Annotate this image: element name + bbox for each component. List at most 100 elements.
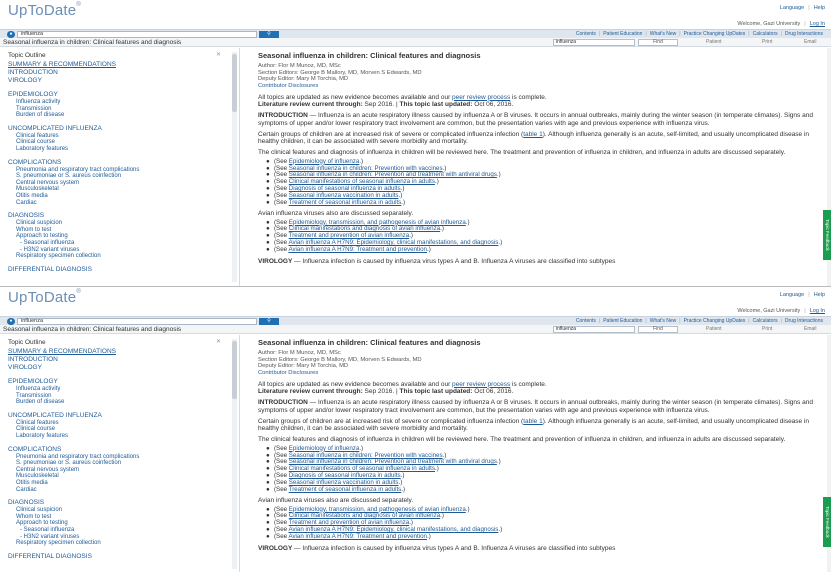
find-button[interactable]: Find	[638, 326, 678, 333]
close-outline-icon[interactable]: ✕	[216, 51, 221, 58]
contributor-disclosures-link[interactable]: Contributor Disclosures	[258, 83, 318, 89]
see-also-link[interactable]: Treatment of seasonal influenza in adult…	[289, 199, 402, 206]
topic-feedback-tab[interactable]: Topic Feedback	[823, 497, 831, 547]
see-also-link[interactable]: Avian influenza A H7N9: Treatment and pr…	[288, 533, 427, 540]
login-link[interactable]: Log In	[810, 21, 825, 27]
outline-subsection[interactable]: Cardiac	[8, 487, 228, 494]
outline-subsection[interactable]: Laboratory features	[8, 146, 228, 153]
outline-section[interactable]: INTRODUCTION	[8, 69, 228, 77]
nav-link[interactable]: Contents	[576, 318, 596, 324]
peer-review-link[interactable]: peer review process	[452, 381, 510, 388]
outline-section[interactable]: COMPLICATIONS	[8, 159, 228, 167]
outline-subsection[interactable]: - Seasonal influenza	[8, 527, 228, 534]
search-input[interactable]: influenza	[17, 31, 257, 38]
nav-link[interactable]: What's New	[650, 318, 677, 324]
outline-subsection[interactable]: Whom to test	[8, 514, 228, 521]
outline-section[interactable]: VIROLOGY	[8, 364, 228, 372]
outline-subsection[interactable]: Respiratory specimen collection	[8, 253, 228, 260]
outline-section[interactable]: DIFFERENTIAL DIAGNOSIS	[8, 266, 228, 274]
patient-button[interactable]: Patient	[706, 38, 722, 47]
outline-subsection[interactable]: Central nervous system	[8, 467, 228, 474]
outline-subsection[interactable]: Clinical suspicion	[8, 220, 228, 227]
nav-link[interactable]: Calculators	[753, 31, 778, 37]
outline-subsection[interactable]: Clinical course	[8, 139, 228, 146]
outline-subsection[interactable]: Transmission	[8, 393, 228, 400]
outline-section[interactable]: SUMMARY & RECOMMENDATIONS	[8, 348, 228, 356]
outline-subsection[interactable]: - H3N2 variant viruses	[8, 247, 228, 254]
contributor-disclosures-link[interactable]: Contributor Disclosures	[258, 370, 318, 376]
print-button[interactable]: Print	[762, 325, 772, 334]
outline-subsection[interactable]: Approach to testing	[8, 233, 228, 240]
help-link[interactable]: Help	[814, 5, 825, 11]
search-button[interactable]: ⚲	[259, 318, 279, 325]
outline-section[interactable]: VIROLOGY	[8, 77, 228, 85]
find-in-topic-input[interactable]: influenza	[553, 326, 635, 333]
patient-button[interactable]: Patient	[706, 325, 722, 334]
outline-subsection[interactable]: Central nervous system	[8, 180, 228, 187]
outline-subsection[interactable]: Musculoskeletal	[8, 473, 228, 480]
close-outline-icon[interactable]: ✕	[216, 338, 221, 345]
outline-section[interactable]: EPIDEMIOLOGY	[8, 378, 228, 386]
uptodate-logo[interactable]: UpToDate®	[8, 289, 81, 306]
nav-link[interactable]: Drug Interactions	[785, 318, 823, 324]
outline-section[interactable]: SUMMARY & RECOMMENDATIONS	[8, 61, 228, 69]
table-1-link[interactable]: table 1	[523, 418, 543, 425]
outline-subsection[interactable]: Pneumonia and respiratory tract complica…	[8, 167, 228, 174]
nav-link[interactable]: Practice Changing UpDates	[684, 31, 746, 37]
outline-subsection[interactable]: Burden of disease	[8, 112, 228, 119]
outline-section[interactable]: COMPLICATIONS	[8, 446, 228, 454]
see-also-link[interactable]: Treatment of seasonal influenza in adult…	[289, 486, 402, 493]
outline-section[interactable]: UNCOMPLICATED INFLUENZA	[8, 412, 228, 420]
outline-scroll-thumb[interactable]	[232, 54, 237, 112]
outline-subsection[interactable]: S. pneumoniae or S. aureus coinfection	[8, 460, 228, 467]
outline-section[interactable]: DIFFERENTIAL DIAGNOSIS	[8, 553, 228, 561]
outline-subsection[interactable]: Laboratory features	[8, 433, 228, 440]
email-button[interactable]: Email	[804, 38, 817, 47]
help-link[interactable]: Help	[814, 292, 825, 298]
outline-subsection[interactable]: Influenza activity	[8, 386, 228, 393]
search-type-icon[interactable]: ●	[7, 31, 15, 38]
outline-subsection[interactable]: Respiratory specimen collection	[8, 540, 228, 547]
outline-subsection[interactable]: Otitis media	[8, 193, 228, 200]
search-type-icon[interactable]: ●	[7, 318, 15, 325]
outline-subsection[interactable]: Whom to test	[8, 227, 228, 234]
outline-subsection[interactable]: Clinical course	[8, 426, 228, 433]
outline-section[interactable]: DIAGNOSIS	[8, 212, 228, 220]
language-link[interactable]: Language	[780, 5, 804, 11]
find-in-topic-input[interactable]: influenza	[553, 39, 635, 46]
outline-subsection[interactable]: Influenza activity	[8, 99, 228, 106]
nav-link[interactable]: Patient Education	[603, 318, 642, 324]
peer-review-link[interactable]: peer review process	[452, 94, 510, 101]
search-button[interactable]: ⚲	[259, 31, 279, 38]
outline-subsection[interactable]: - H3N2 variant viruses	[8, 534, 228, 541]
outline-subsection[interactable]: - Seasonal influenza	[8, 240, 228, 247]
nav-link[interactable]: Practice Changing UpDates	[684, 318, 746, 324]
find-button[interactable]: Find	[638, 39, 678, 46]
nav-link[interactable]: Calculators	[753, 318, 778, 324]
outline-subsection[interactable]: Burden of disease	[8, 399, 228, 406]
outline-subsection[interactable]: Otitis media	[8, 480, 228, 487]
outline-section[interactable]: DIAGNOSIS	[8, 499, 228, 507]
language-link[interactable]: Language	[780, 292, 804, 298]
table-1-link[interactable]: table 1	[523, 131, 543, 138]
print-button[interactable]: Print	[762, 38, 772, 47]
outline-subsection[interactable]: Approach to testing	[8, 520, 228, 527]
see-also-link[interactable]: Avian influenza A H7N9: Treatment and pr…	[288, 246, 427, 253]
outline-subsection[interactable]: Musculoskeletal	[8, 186, 228, 193]
outline-section[interactable]: EPIDEMIOLOGY	[8, 91, 228, 99]
topic-feedback-tab[interactable]: Topic Feedback	[823, 210, 831, 260]
outline-section[interactable]: INTRODUCTION	[8, 356, 228, 364]
outline-subsection[interactable]: Cardiac	[8, 200, 228, 207]
nav-link[interactable]: Patient Education	[603, 31, 642, 37]
nav-link[interactable]: What's New	[650, 31, 677, 37]
uptodate-logo[interactable]: UpToDate®	[8, 2, 81, 19]
email-button[interactable]: Email	[804, 325, 817, 334]
login-link[interactable]: Log In	[810, 308, 825, 314]
outline-subsection[interactable]: Clinical suspicion	[8, 507, 228, 514]
outline-subsection[interactable]: Clinical features	[8, 133, 228, 140]
outline-scroll-thumb[interactable]	[232, 341, 237, 399]
outline-subsection[interactable]: Pneumonia and respiratory tract complica…	[8, 454, 228, 461]
nav-link[interactable]: Contents	[576, 31, 596, 37]
nav-link[interactable]: Drug Interactions	[785, 31, 823, 37]
outline-subsection[interactable]: Clinical features	[8, 420, 228, 427]
